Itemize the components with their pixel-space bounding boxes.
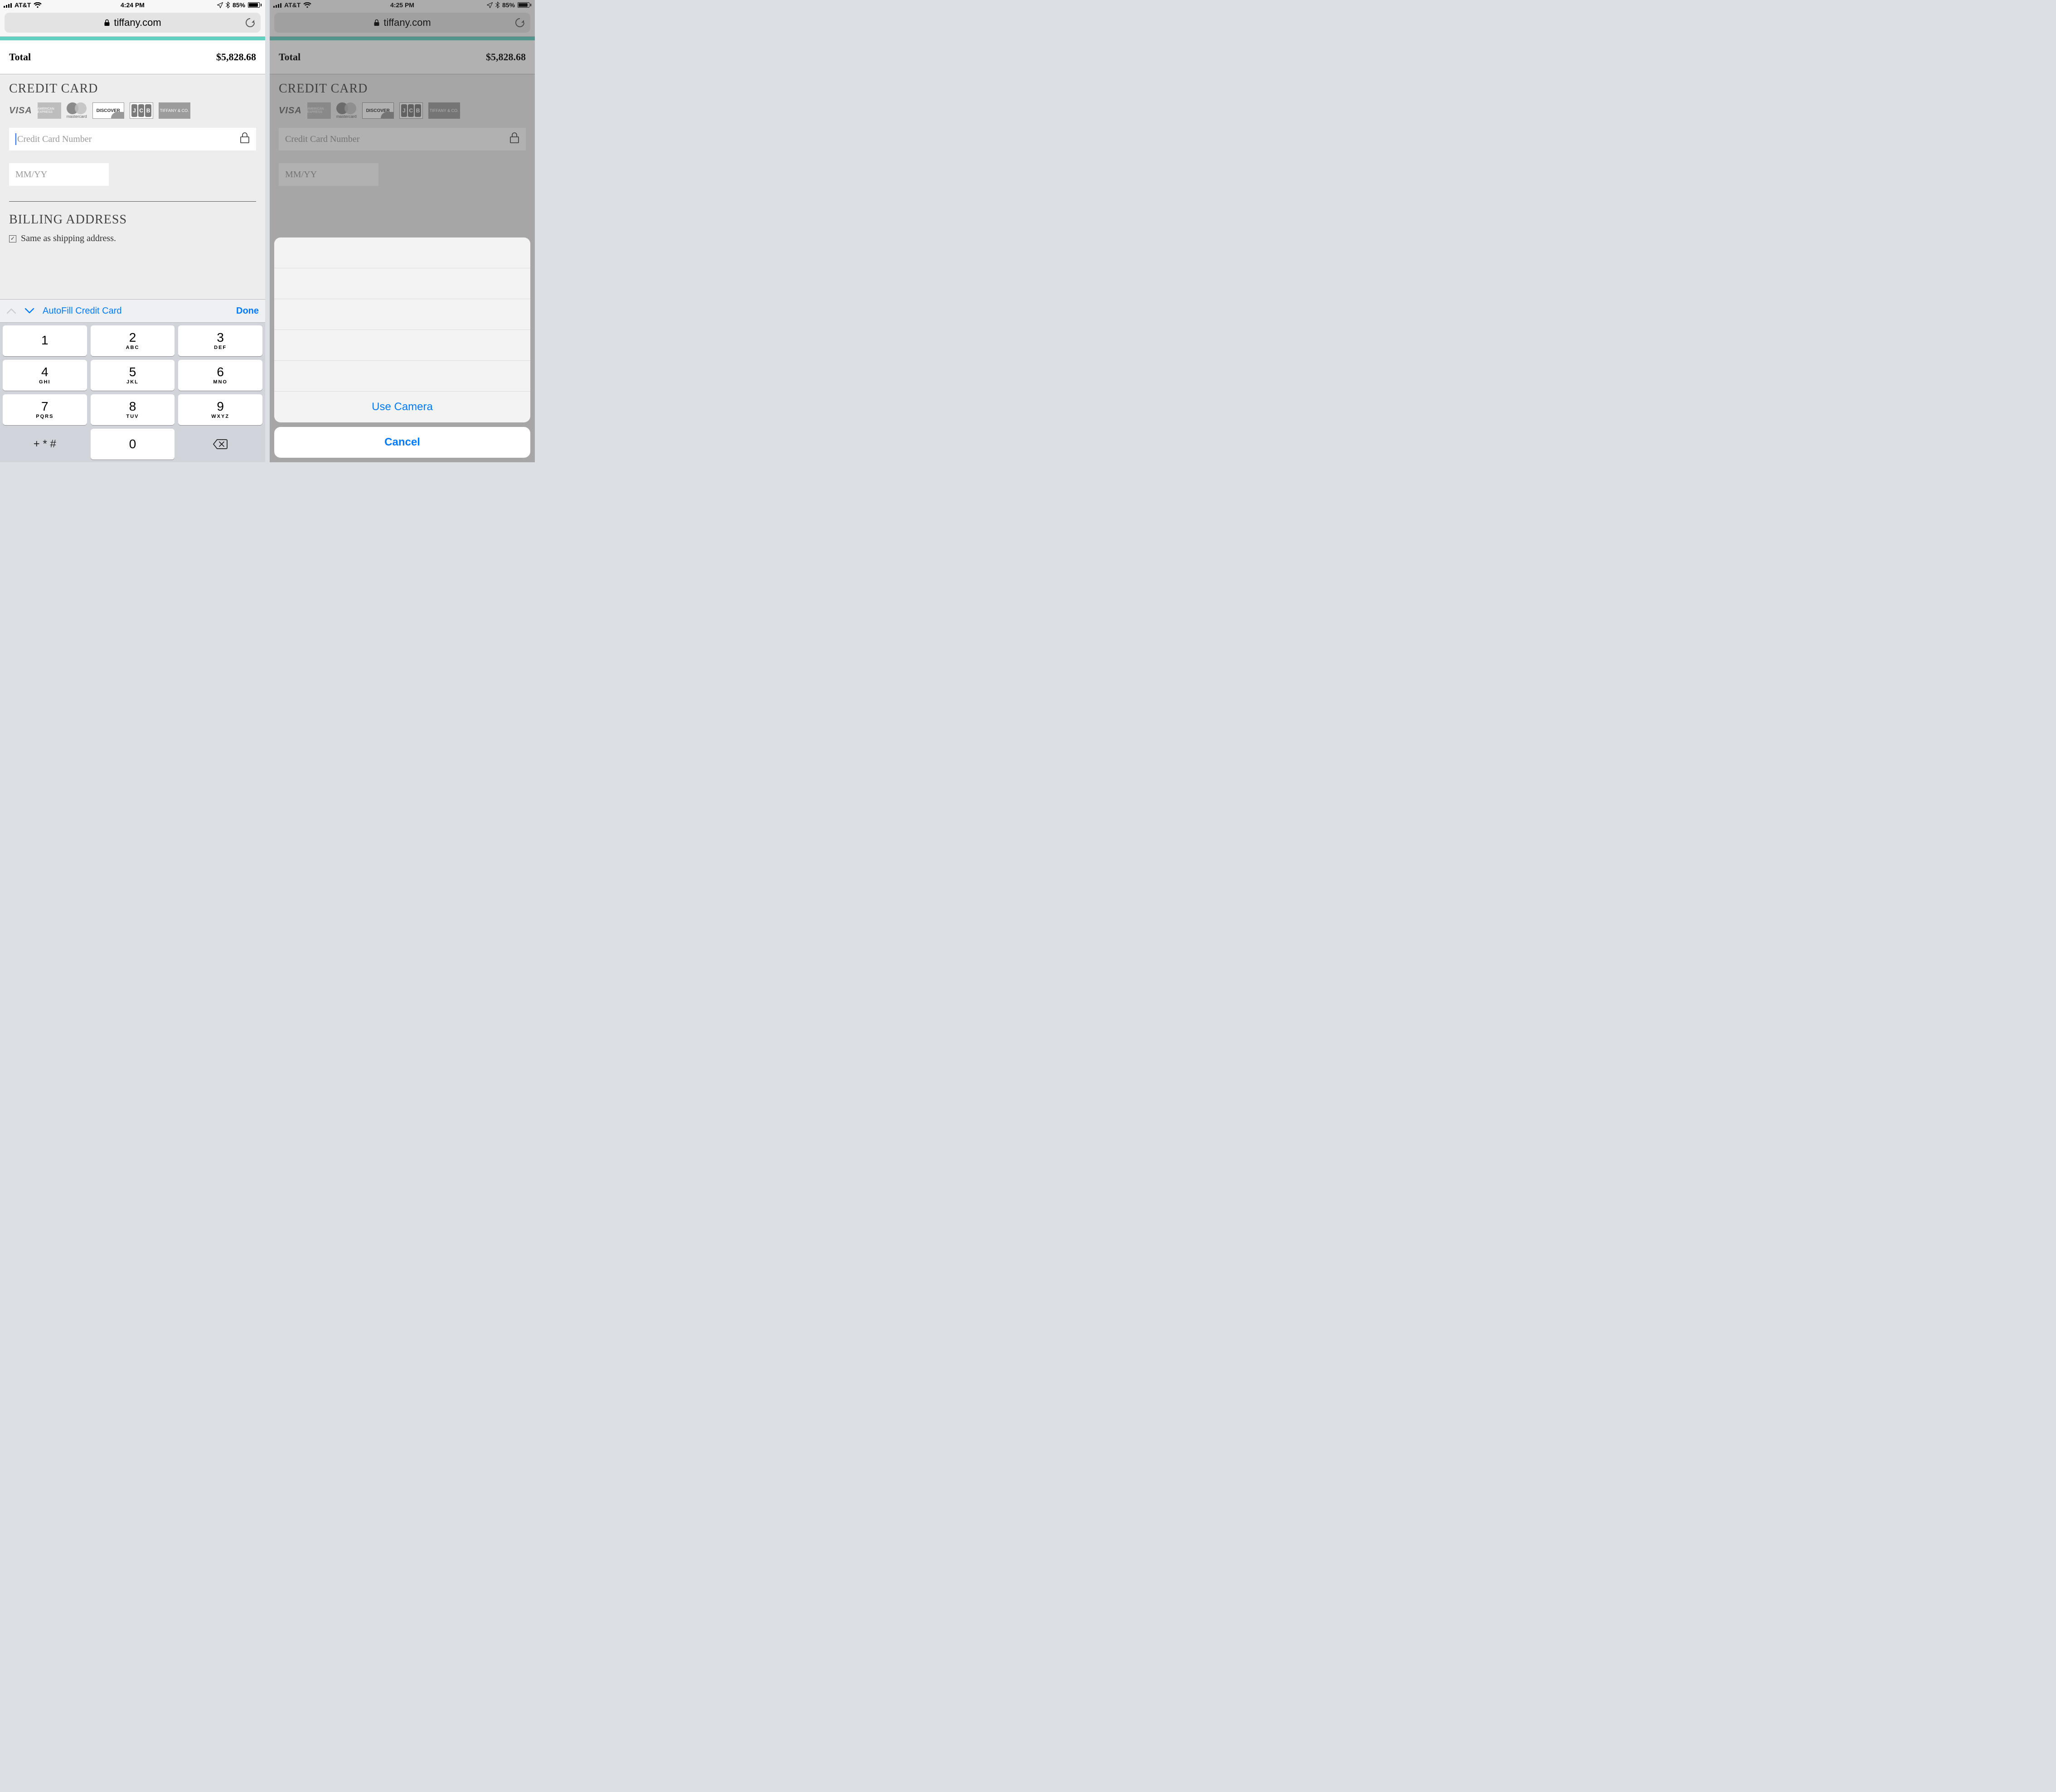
key-8[interactable]: 8TUV xyxy=(91,394,175,425)
safari-url-bar: tiffany.com xyxy=(270,10,535,37)
total-value: $5,828.68 xyxy=(486,51,526,63)
jcb-logo: JCB xyxy=(399,102,423,119)
mastercard-logo: mastercard xyxy=(67,102,87,119)
bluetooth-icon xyxy=(495,2,499,8)
bluetooth-icon xyxy=(226,2,230,8)
text-caret xyxy=(15,133,16,145)
expiry-placeholder: MM/YY xyxy=(285,170,317,180)
action-sheet-row-blank[interactable] xyxy=(274,299,530,330)
accepted-card-logos: VISA AMERICAN EXPRESS mastercard DISCOVE… xyxy=(279,102,526,119)
numeric-keypad: 1 2ABC 3DEF 4GHI 5JKL 6MNO 7PQRS 8TUV 9W… xyxy=(0,323,265,462)
lock-icon xyxy=(240,132,250,146)
accepted-card-logos: VISA AMERICAN EXPRESS mastercard DISCOVE… xyxy=(9,102,256,119)
url-field[interactable]: tiffany.com xyxy=(274,13,530,33)
reload-icon[interactable] xyxy=(515,17,525,28)
card-number-placeholder: Credit Card Number xyxy=(17,134,92,145)
battery-percent: 85% xyxy=(502,1,515,9)
key-1[interactable]: 1 xyxy=(3,325,87,356)
next-field-button[interactable] xyxy=(24,308,34,314)
total-label: Total xyxy=(9,51,31,63)
checkbox-checked-icon[interactable]: ✓ xyxy=(9,235,16,242)
same-as-shipping-row[interactable]: ✓ Same as shipping address. xyxy=(0,233,265,253)
action-sheet-group: Use Camera xyxy=(274,237,530,422)
webpage: Total $5,828.68 CREDIT CARD VISA AMERICA… xyxy=(0,37,265,299)
total-value: $5,828.68 xyxy=(216,51,256,63)
action-sheet-row-blank[interactable] xyxy=(274,361,530,392)
key-9[interactable]: 9WXYZ xyxy=(178,394,262,425)
battery-icon xyxy=(518,2,531,8)
credit-card-section: CREDIT CARD VISA AMERICAN EXPRESS master… xyxy=(0,74,265,199)
cell-signal-icon xyxy=(4,2,12,8)
phone-left: AT&T 4:24 PM 85% tiffany.com xyxy=(0,0,265,462)
key-6[interactable]: 6MNO xyxy=(178,360,262,391)
expiry-input[interactable]: MM/YY xyxy=(9,163,109,186)
key-3[interactable]: 3DEF xyxy=(178,325,262,356)
wifi-icon xyxy=(34,2,42,8)
carrier-label: AT&T xyxy=(284,1,301,9)
url-field[interactable]: tiffany.com xyxy=(5,13,261,33)
total-label: Total xyxy=(279,51,301,63)
mastercard-logo: mastercard xyxy=(336,102,357,119)
done-button[interactable]: Done xyxy=(236,306,259,316)
cancel-button[interactable]: Cancel xyxy=(274,427,530,458)
brand-accent-bar xyxy=(270,37,535,40)
key-2[interactable]: 2ABC xyxy=(91,325,175,356)
battery-percent: 85% xyxy=(233,1,245,9)
order-total-row: Total $5,828.68 xyxy=(270,40,535,74)
url-domain: tiffany.com xyxy=(383,17,431,29)
location-icon xyxy=(487,2,493,8)
tiffany-card-logo: TIFFANY & CO. xyxy=(159,102,190,119)
same-as-shipping-label: Same as shipping address. xyxy=(21,233,116,244)
lock-icon xyxy=(104,19,110,26)
amex-logo: AMERICAN EXPRESS xyxy=(38,102,61,119)
lock-icon xyxy=(509,132,519,146)
tiffany-card-logo: TIFFANY & CO. xyxy=(428,102,460,119)
status-bar: AT&T 4:25 PM 85% xyxy=(270,0,535,10)
brand-accent-bar xyxy=(0,37,265,40)
action-sheet-row-blank[interactable] xyxy=(274,268,530,299)
wifi-icon xyxy=(303,2,311,8)
keyboard-accessory-bar: AutoFill Credit Card Done xyxy=(0,299,265,323)
amex-logo: AMERICAN EXPRESS xyxy=(307,102,331,119)
prev-field-button xyxy=(6,308,16,314)
key-backspace[interactable] xyxy=(178,429,262,460)
key-0[interactable]: 0 xyxy=(91,429,175,460)
battery-icon xyxy=(248,2,262,8)
location-icon xyxy=(217,2,223,8)
section-divider xyxy=(9,201,256,202)
carrier-label: AT&T xyxy=(15,1,31,9)
expiry-placeholder: MM/YY xyxy=(15,170,47,180)
card-number-input[interactable]: Credit Card Number xyxy=(9,128,256,150)
lock-icon xyxy=(373,19,380,26)
autofill-credit-card-button[interactable]: AutoFill Credit Card xyxy=(43,306,122,316)
order-total-row: Total $5,828.68 xyxy=(0,40,265,74)
key-5[interactable]: 5JKL xyxy=(91,360,175,391)
jcb-logo: JCB xyxy=(130,102,153,119)
key-7[interactable]: 7PQRS xyxy=(3,394,87,425)
action-sheet-row-blank[interactable] xyxy=(274,237,530,268)
expiry-input[interactable]: MM/YY xyxy=(279,163,378,186)
safari-url-bar: tiffany.com xyxy=(0,10,265,37)
use-camera-button[interactable]: Use Camera xyxy=(274,392,530,422)
discover-logo: DISCOVER xyxy=(362,102,394,119)
discover-logo: DISCOVER xyxy=(92,102,124,119)
card-number-input[interactable]: Credit Card Number xyxy=(279,128,526,150)
action-sheet: Use Camera Cancel xyxy=(274,237,530,458)
key-symbols[interactable]: + * # xyxy=(3,429,87,460)
key-4[interactable]: 4GHI xyxy=(3,360,87,391)
cell-signal-icon xyxy=(273,2,281,8)
billing-heading: BILLING ADDRESS xyxy=(9,213,256,227)
url-domain: tiffany.com xyxy=(114,17,161,29)
credit-card-heading: CREDIT CARD xyxy=(279,82,526,96)
card-number-placeholder: Credit Card Number xyxy=(285,134,359,145)
reload-icon[interactable] xyxy=(245,17,255,28)
credit-card-heading: CREDIT CARD xyxy=(9,82,256,96)
action-sheet-row-blank[interactable] xyxy=(274,330,530,361)
visa-logo: VISA xyxy=(279,102,302,119)
billing-section: BILLING ADDRESS xyxy=(0,211,265,233)
status-bar: AT&T 4:24 PM 85% xyxy=(0,0,265,10)
visa-logo: VISA xyxy=(9,102,32,119)
credit-card-section: CREDIT CARD VISA AMERICAN EXPRESS master… xyxy=(270,74,535,199)
phone-right: AT&T 4:25 PM 85% tiffany.com xyxy=(270,0,535,462)
